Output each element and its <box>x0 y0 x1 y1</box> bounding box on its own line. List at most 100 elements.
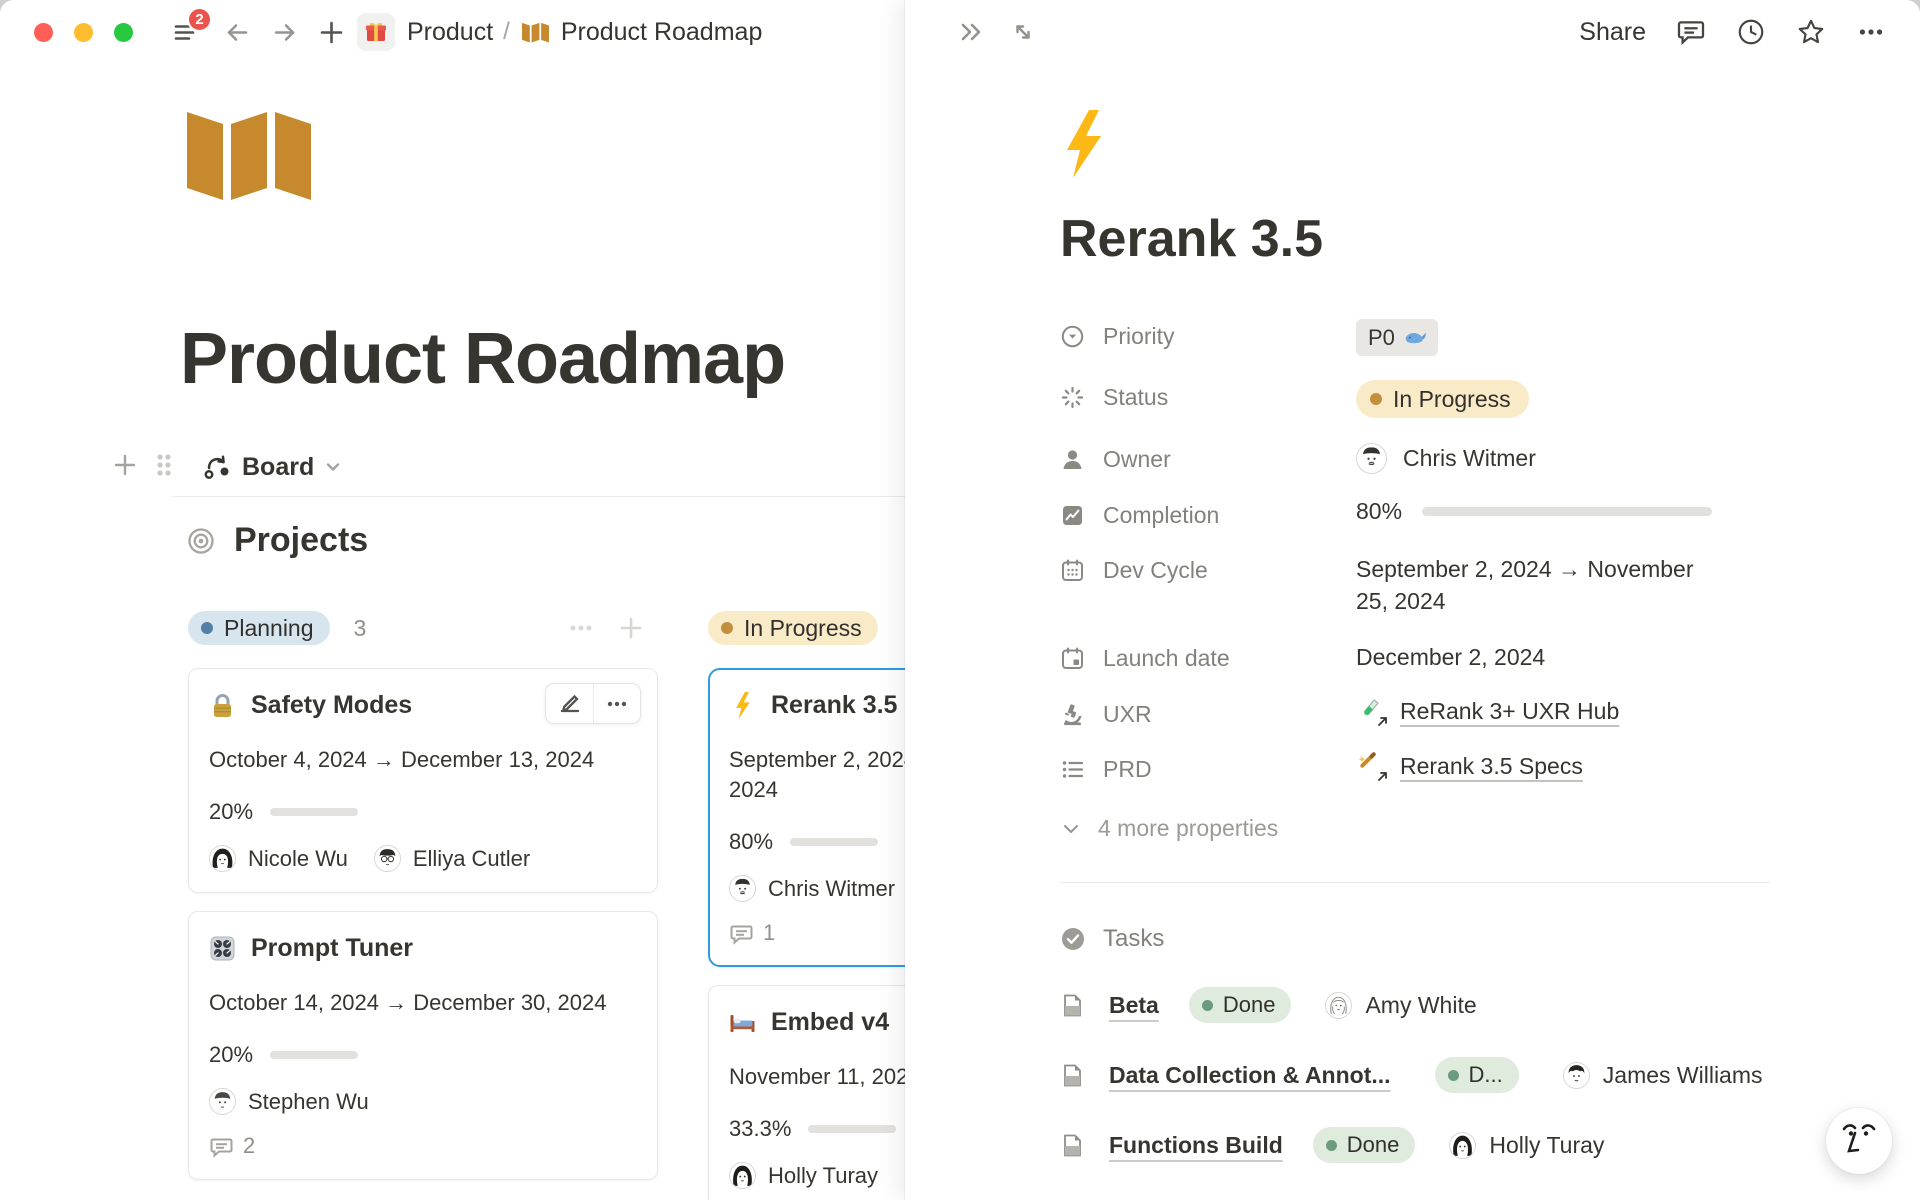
tasks-section-header[interactable]: Tasks <box>1060 925 1770 953</box>
star-icon[interactable] <box>1796 17 1826 47</box>
card-people: Holly Turay <box>729 1162 905 1189</box>
peek-page-title[interactable]: Rerank 3.5 <box>1060 209 1770 269</box>
task-row-beta: Beta Done Amy White <box>1060 987 1770 1023</box>
card-title[interactable]: Embed v4 <box>771 1008 889 1037</box>
status-dot <box>1370 393 1382 405</box>
ai-assistant-button[interactable] <box>1826 1108 1892 1174</box>
card-title[interactable]: Prompt Tuner <box>251 934 413 963</box>
task-status-pill[interactable]: D... <box>1435 1057 1519 1093</box>
breadcrumb-page[interactable]: Product Roadmap <box>561 18 763 47</box>
comment-icon[interactable] <box>1676 17 1706 47</box>
property-row-uxr[interactable]: UXR ReRank 3+ UXR Hub <box>1060 685 1770 740</box>
add-view-icon[interactable] <box>112 452 138 483</box>
minimize-window-button[interactable] <box>74 23 93 42</box>
priority-text: P0 <box>1368 325 1395 351</box>
card-progress: 20% <box>209 801 637 823</box>
column-add-card-icon[interactable] <box>618 615 644 641</box>
task-status-pill[interactable]: Done <box>1313 1127 1416 1163</box>
prd-link-text[interactable]: Rerank 3.5 Specs <box>1400 753 1583 780</box>
back-arrow-icon[interactable] <box>224 19 251 46</box>
progress-percent: 20% <box>209 799 253 825</box>
expand-diagonal-icon[interactable] <box>1009 18 1037 46</box>
column-header: Planning 3 <box>188 610 658 646</box>
sidebar-toggle-icon[interactable]: 2 <box>170 17 200 47</box>
task-link[interactable]: Data Collection & Annot... <box>1109 1062 1391 1089</box>
forward-arrow-icon[interactable] <box>271 19 298 46</box>
more-properties-toggle[interactable]: 4 more properties <box>1060 815 1770 842</box>
uxr-link[interactable]: ReRank 3+ UXR Hub <box>1356 697 1619 725</box>
property-row-priority[interactable]: Priority P0 <box>1060 307 1770 368</box>
link-arrow-icon <box>1376 715 1389 728</box>
card-safety-modes[interactable]: Safety Modes October 4, 2024 → December … <box>188 668 658 893</box>
task-link[interactable]: Functions Build <box>1109 1132 1283 1159</box>
status-dot <box>1326 1140 1337 1151</box>
property-row-prd[interactable]: PRD Rerank 3.5 Specs <box>1060 740 1770 795</box>
new-page-icon[interactable] <box>318 19 345 46</box>
task-status-pill[interactable]: Done <box>1189 987 1292 1023</box>
group-pill-planning[interactable]: Planning <box>188 611 330 645</box>
board-view-button[interactable]: Board <box>202 452 343 482</box>
task-link[interactable]: Beta <box>1109 992 1159 1019</box>
link-arrow-icon <box>1376 770 1389 783</box>
workspace-breadcrumb-chip[interactable] <box>357 13 395 51</box>
owner-value[interactable]: Chris Witmer <box>1356 442 1536 474</box>
properties-list: Priority P0 Status In P <box>1060 307 1770 795</box>
priority-value-pill[interactable]: P0 <box>1356 319 1438 356</box>
group-pill-in-progress[interactable]: In Progress <box>708 611 878 645</box>
person-icon <box>1060 447 1085 472</box>
peek-panel: Share Rerank 3.5 Priority P0 <box>905 0 1920 1200</box>
ellipsis-icon[interactable] <box>1856 17 1886 47</box>
card-hover-actions <box>545 683 641 724</box>
property-row-owner[interactable]: Owner Chris Witmer <box>1060 430 1770 486</box>
page-icon-map[interactable] <box>186 108 312 200</box>
completion-bar <box>1422 507 1712 516</box>
card-more-icon[interactable] <box>593 684 640 723</box>
launch-date: December 2, 2024 <box>1356 641 1545 673</box>
property-label: PRD <box>1103 756 1152 783</box>
gift-icon <box>364 20 388 44</box>
person-chip: Nicole Wu <box>209 845 348 872</box>
close-peek-icon[interactable] <box>957 18 985 46</box>
page-icon <box>1060 1063 1085 1088</box>
progress-percent: 80% <box>729 829 773 855</box>
knobs-icon <box>209 935 236 962</box>
assignee-name: Amy White <box>1365 992 1476 1019</box>
property-label: Dev Cycle <box>1103 557 1208 584</box>
card-prompt-tuner[interactable]: Prompt Tuner October 14, 2024 → December… <box>188 911 658 1180</box>
status-value-pill[interactable]: In Progress <box>1356 380 1529 418</box>
zoom-window-button[interactable] <box>114 23 133 42</box>
card-embed-v4[interactable]: Embed v4 November 11, 2024 → 33.3% Holly… <box>708 985 905 1200</box>
column-options-icon[interactable] <box>568 615 594 641</box>
clock-icon[interactable] <box>1736 17 1766 47</box>
lock-icon <box>209 692 236 719</box>
property-row-dev-cycle[interactable]: Dev Cycle September 2, 2024 → November 2… <box>1060 541 1770 629</box>
column-controls <box>568 615 644 641</box>
share-button[interactable]: Share <box>1579 18 1646 47</box>
edit-icon[interactable] <box>546 684 593 723</box>
assignee-name: Holly Turay <box>1489 1132 1604 1159</box>
lightning-icon[interactable] <box>1060 110 1106 178</box>
tasks-title: Tasks <box>1103 925 1164 953</box>
owner-name: Chris Witmer <box>1403 442 1536 474</box>
person-name: Holly Turay <box>768 1163 878 1189</box>
uxr-link-text[interactable]: ReRank 3+ UXR Hub <box>1400 698 1619 725</box>
list-icon <box>1060 757 1085 782</box>
card-title[interactable]: Safety Modes <box>251 691 412 720</box>
card-rerank-35[interactable]: Rerank 3.5 September 2, 2024 → November … <box>708 668 905 967</box>
chevron-down-icon <box>323 457 343 477</box>
property-row-launch-date[interactable]: Launch date December 2, 2024 <box>1060 629 1770 685</box>
prd-link[interactable]: Rerank 3.5 Specs <box>1356 752 1583 780</box>
avatar <box>729 875 756 902</box>
card-title[interactable]: Rerank 3.5 <box>771 691 897 720</box>
database-title: Projects <box>234 521 368 560</box>
property-row-completion[interactable]: Completion 80% <box>1060 486 1770 541</box>
avatar <box>1563 1062 1590 1089</box>
property-row-status[interactable]: Status In Progress <box>1060 368 1770 430</box>
breadcrumb-root[interactable]: Product <box>407 18 493 47</box>
avatar <box>209 1088 236 1115</box>
progress-bar <box>808 1125 896 1133</box>
breadcrumb-separator: / <box>503 18 510 46</box>
card-dates: October 14, 2024 → December 30, 2024 <box>209 988 637 1018</box>
drag-handle-icon[interactable] <box>154 451 174 484</box>
close-window-button[interactable] <box>34 23 53 42</box>
